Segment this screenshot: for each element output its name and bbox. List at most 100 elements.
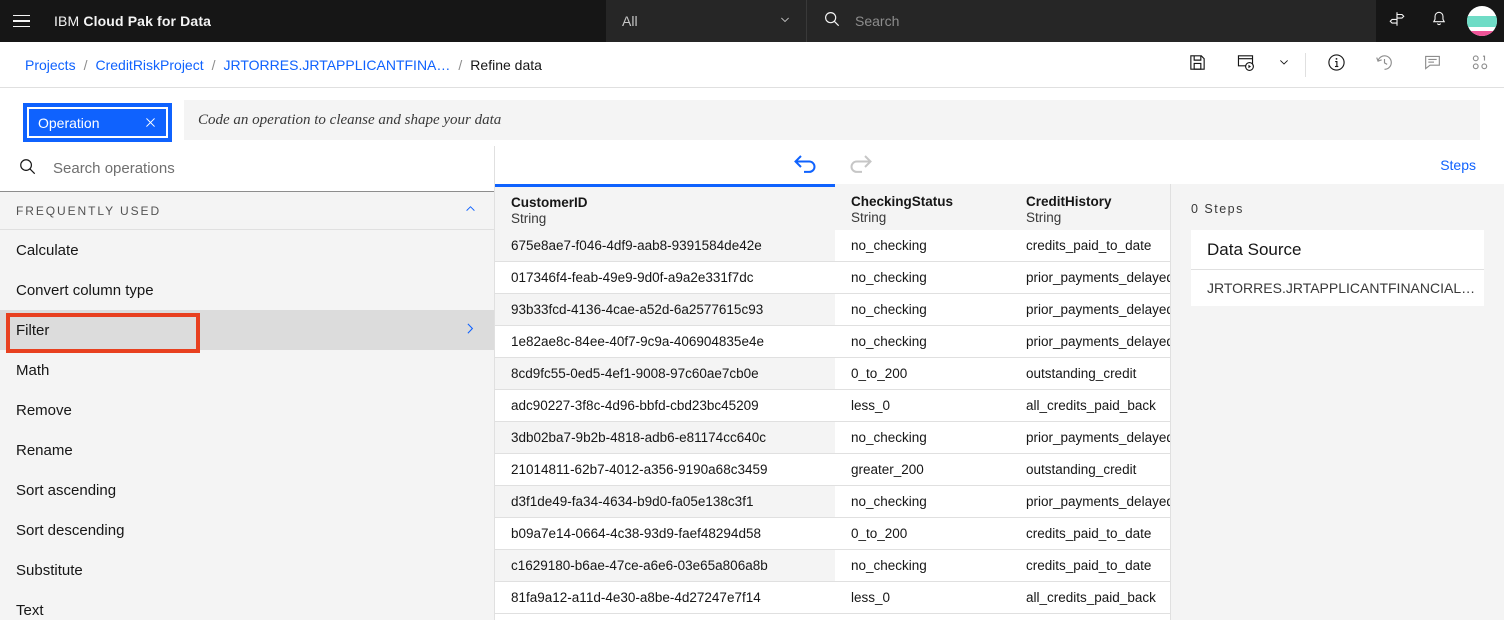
table-cell[interactable]: credits_paid_to_date — [1010, 550, 1170, 582]
table-cell[interactable]: 81fa9a12-a11d-4e30-a8be-4d27247e7f14 — [495, 582, 835, 614]
operations-search-placeholder: Search operations — [53, 160, 175, 177]
data-source-asset-name[interactable]: JRTORRES.JRTAPPLICANTFINANCIAL… — [1191, 270, 1484, 306]
column-header-checkingstatus[interactable]: CheckingStatus String — [835, 184, 1010, 230]
table-cell[interactable]: less_0 — [835, 390, 1010, 422]
table-cell[interactable]: 8cd9fc55-0ed5-4ef1-9008-97c60ae7cb0e — [495, 358, 835, 390]
data-table-header: CustomerID String CheckingStatus String Cred… — [495, 184, 1170, 230]
signpost-button[interactable] — [1376, 0, 1418, 42]
operation-item-sort-ascending[interactable]: Sort ascending — [0, 470, 494, 510]
table-row[interactable]: 3db02ba7-9b2b-4818-adb6-e81174cc640c no_c… — [495, 422, 1170, 454]
operation-item-remove[interactable]: Remove — [0, 390, 494, 430]
save-button[interactable] — [1173, 42, 1221, 88]
operations-list: Calculate Convert column type Filter Math Re… — [0, 230, 494, 620]
undo-button[interactable] — [792, 152, 820, 179]
table-cell[interactable]: 0_to_200 — [835, 358, 1010, 390]
table-cell[interactable]: no_checking — [835, 326, 1010, 358]
comment-button[interactable] — [1408, 42, 1456, 88]
operations-section-frequently-used[interactable]: FREQUENTLY USED — [0, 192, 494, 230]
operation-item-filter[interactable]: Filter — [0, 310, 494, 350]
operation-item-substitute[interactable]: Substitute — [0, 550, 494, 590]
operations-dropdown-panel: Search operations FREQUENTLY USED Calcul… — [0, 146, 495, 620]
table-cell[interactable]: prior_payments_delayed — [1010, 294, 1170, 326]
data-binary-button[interactable] — [1456, 42, 1504, 88]
undo-icon — [792, 152, 820, 179]
table-cell[interactable]: no_checking — [835, 230, 1010, 262]
redo-button[interactable] — [846, 152, 874, 179]
table-row[interactable]: adc90227-3f8c-4d96-bbfd-cbd23bc45209 less… — [495, 390, 1170, 422]
avatar-band-pink — [1467, 31, 1497, 36]
column-type: String — [511, 211, 547, 226]
breadcrumb-item-projects[interactable]: Projects — [25, 57, 76, 73]
user-avatar-button[interactable] — [1460, 0, 1504, 42]
table-cell[interactable]: prior_payments_delayed — [1010, 326, 1170, 358]
table-cell[interactable]: prior_payments_delayed — [1010, 262, 1170, 294]
chevron-down-icon — [778, 13, 792, 30]
steps-link[interactable]: Steps — [1440, 157, 1476, 173]
operation-hint-text: Code an operation to cleanse and shape y… — [198, 111, 502, 128]
table-cell[interactable]: 0_to_200 — [835, 518, 1010, 550]
table-cell[interactable]: 017346f4-feab-49e9-9d0f-a9a2e331f7dc — [495, 262, 835, 294]
table-cell[interactable]: prior_payments_delayed — [1010, 486, 1170, 518]
operation-item-math[interactable]: Math — [0, 350, 494, 390]
table-cell[interactable]: credits_paid_to_date — [1010, 518, 1170, 550]
table-cell[interactable]: 3db02ba7-9b2b-4818-adb6-e81174cc640c — [495, 422, 835, 454]
column-header-customerid[interactable]: CustomerID String — [495, 184, 835, 230]
operation-chip[interactable]: Operation — [25, 105, 170, 140]
table-row[interactable]: 8cd9fc55-0ed5-4ef1-9008-97c60ae7cb0e 0_to… — [495, 358, 1170, 390]
table-cell[interactable]: no_checking — [835, 262, 1010, 294]
table-row[interactable]: 1e82ae8c-84ee-40f7-9c9a-406904835e4e no_c… — [495, 326, 1170, 358]
table-row[interactable]: 21014811-62b7-4012-a356-9190a68c3459 grea… — [495, 454, 1170, 486]
operation-item-rename[interactable]: Rename — [0, 430, 494, 470]
operation-item-sort-descending[interactable]: Sort descending — [0, 510, 494, 550]
hamburger-menu-button[interactable] — [0, 0, 42, 42]
table-row[interactable]: 93b33fcd-4136-4cae-a52d-6a2577615c93 no_c… — [495, 294, 1170, 326]
close-icon[interactable] — [144, 116, 157, 129]
table-cell[interactable]: outstanding_credit — [1010, 454, 1170, 486]
global-search-placeholder: Search — [855, 13, 900, 29]
column-header-credithistory[interactable]: CreditHistory String — [1010, 184, 1170, 230]
operation-item-convert-column-type[interactable]: Convert column type — [0, 270, 494, 310]
global-search-input[interactable]: Search — [806, 0, 1376, 42]
table-cell[interactable]: 93b33fcd-4136-4cae-a52d-6a2577615c93 — [495, 294, 835, 326]
table-cell[interactable]: c1629180-b6ae-47ce-a6e6-03e65a806a8b — [495, 550, 835, 582]
data-source-title[interactable]: Data Source — [1191, 230, 1484, 270]
operations-search-input[interactable]: Search operations — [0, 146, 494, 192]
notifications-button[interactable] — [1418, 0, 1460, 42]
table-cell[interactable]: all_credits_paid_back — [1010, 582, 1170, 614]
chevron-down-icon — [1277, 55, 1291, 74]
run-job-dropdown-button[interactable] — [1269, 42, 1299, 88]
data-table-body: 675e8ae7-f046-4df9-aab8-9391584de42e no_c… — [495, 230, 1170, 614]
table-cell[interactable]: no_checking — [835, 550, 1010, 582]
table-cell[interactable]: b09a7e14-0664-4c38-93d9-faef48294d58 — [495, 518, 835, 550]
column-type: String — [851, 209, 887, 225]
breadcrumb-item-project[interactable]: CreditRiskProject — [95, 57, 203, 73]
table-cell[interactable]: no_checking — [835, 294, 1010, 326]
table-row[interactable]: b09a7e14-0664-4c38-93d9-faef48294d58 0_to… — [495, 518, 1170, 550]
table-cell[interactable]: no_checking — [835, 422, 1010, 454]
table-cell[interactable]: prior_payments_delayed — [1010, 422, 1170, 454]
table-row[interactable]: c1629180-b6ae-47ce-a6e6-03e65a806a8b no_c… — [495, 550, 1170, 582]
table-row[interactable]: d3f1de49-fa34-4634-b9d0-fa05e138c3f1 no_c… — [495, 486, 1170, 518]
table-cell[interactable]: d3f1de49-fa34-4634-b9d0-fa05e138c3f1 — [495, 486, 835, 518]
table-cell[interactable]: all_credits_paid_back — [1010, 390, 1170, 422]
table-cell[interactable]: credits_paid_to_date — [1010, 230, 1170, 262]
table-row[interactable]: 81fa9a12-a11d-4e30-a8be-4d27247e7f14 less… — [495, 582, 1170, 614]
table-cell[interactable]: no_checking — [835, 486, 1010, 518]
information-button[interactable] — [1312, 42, 1360, 88]
table-cell[interactable]: greater_200 — [835, 454, 1010, 486]
search-scope-select[interactable]: All — [606, 0, 806, 42]
table-cell[interactable]: adc90227-3f8c-4d96-bbfd-cbd23bc45209 — [495, 390, 835, 422]
table-row[interactable]: 017346f4-feab-49e9-9d0f-a9a2e331f7dc no_c… — [495, 262, 1170, 294]
operation-item-calculate[interactable]: Calculate — [0, 230, 494, 270]
table-cell[interactable]: 21014811-62b7-4012-a356-9190a68c3459 — [495, 454, 835, 486]
run-job-button[interactable] — [1221, 42, 1269, 88]
operation-hint-banner: Code an operation to cleanse and shape y… — [184, 100, 1480, 140]
table-cell[interactable]: 675e8ae7-f046-4df9-aab8-9391584de42e — [495, 230, 835, 262]
table-row[interactable]: 675e8ae7-f046-4df9-aab8-9391584de42e no_c… — [495, 230, 1170, 262]
table-cell[interactable]: less_0 — [835, 582, 1010, 614]
history-button[interactable] — [1360, 42, 1408, 88]
table-cell[interactable]: outstanding_credit — [1010, 358, 1170, 390]
table-cell[interactable]: 1e82ae8c-84ee-40f7-9c9a-406904835e4e — [495, 326, 835, 358]
breadcrumb-item-asset[interactable]: JRTORRES.JRTAPPLICANTFINA… — [224, 57, 451, 73]
operation-item-text[interactable]: Text — [0, 590, 494, 620]
